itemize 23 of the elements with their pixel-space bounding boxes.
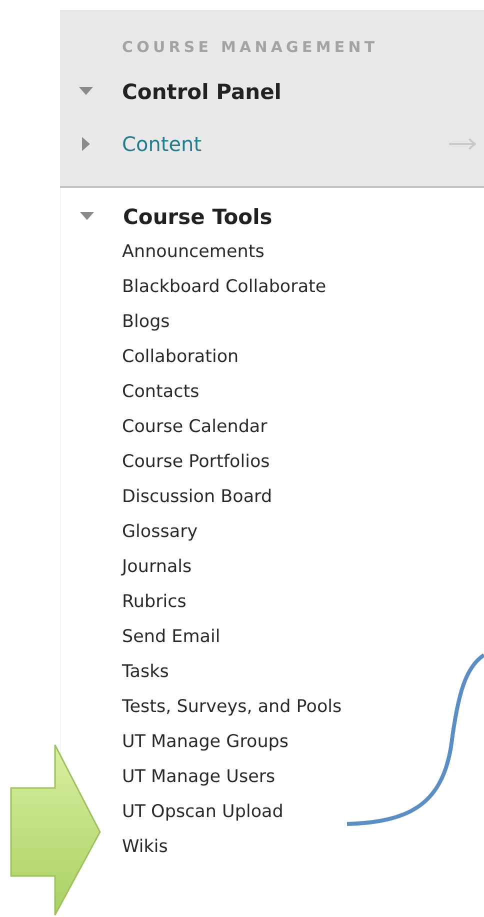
menu-item[interactable]: Course Portfolios	[122, 445, 270, 480]
menu-item[interactable]: Send Email	[122, 620, 220, 655]
course-tools-heading: Course Tools	[123, 205, 272, 229]
section-title: COURSE MANAGEMENT	[122, 37, 380, 58]
menu-item[interactable]: Blackboard Collaborate	[122, 270, 326, 305]
menu-item[interactable]: Journals	[122, 550, 192, 585]
arrow-right-icon	[10, 744, 102, 916]
menu-item[interactable]: UT Manage Users	[122, 760, 276, 795]
menu-item[interactable]: UT Opscan Upload	[122, 795, 284, 830]
content-link[interactable]: Content	[122, 132, 202, 156]
control-panel-heading: Control Panel	[122, 80, 282, 104]
menu-item[interactable]: Discussion Board	[122, 480, 272, 515]
menu-item[interactable]: Blogs	[122, 305, 170, 340]
menu-item[interactable]: Tests, Surveys, and Pools	[122, 690, 342, 725]
menu-item[interactable]: Announcements	[122, 235, 264, 270]
menu-item[interactable]: Collaboration	[122, 340, 239, 375]
menu-item[interactable]: Glossary	[122, 515, 198, 550]
menu-item[interactable]: Wikis	[122, 830, 168, 865]
menu-item[interactable]: Contacts	[122, 375, 200, 410]
menu-item[interactable]: Tasks	[122, 655, 169, 690]
menu-item[interactable]: UT Manage Groups	[122, 725, 289, 760]
menu-item[interactable]: Course Calendar	[122, 410, 268, 445]
menu-item[interactable]: Rubrics	[122, 585, 186, 620]
